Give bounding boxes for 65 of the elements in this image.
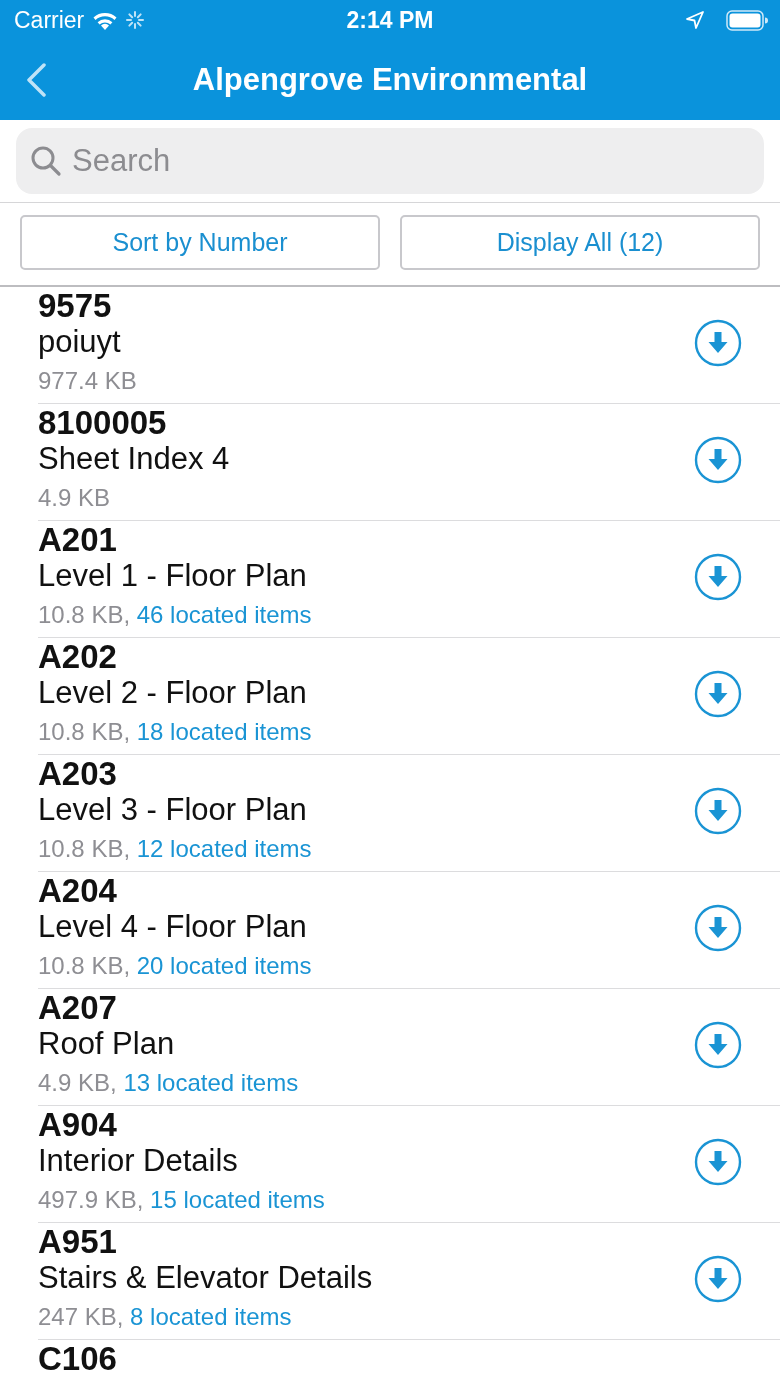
display-filter-button[interactable]: Display All (12) (400, 215, 760, 270)
file-info: 10.8 KB, 46 located items (38, 600, 313, 630)
located-items-link[interactable]: 8 located items (130, 1303, 292, 1330)
sheet-number: A951 (38, 1225, 118, 1259)
download-button[interactable] (694, 904, 742, 952)
sheet-number: A201 (38, 523, 118, 557)
sheet-title: poiuyt (38, 323, 122, 361)
sheet-number: C106 (38, 1342, 118, 1376)
file-info: 4.9 KB (38, 483, 112, 513)
sheet-title: Stairs & Elevator Details (38, 1259, 374, 1297)
spinner-icon (126, 11, 145, 29)
file-info: 10.8 KB, 18 located items (38, 717, 313, 747)
sheet-title: Level 4 - Floor Plan (38, 908, 308, 946)
download-button[interactable] (694, 1138, 742, 1186)
carrier-text: Carrier (14, 5, 85, 35)
located-items-link[interactable]: 13 located items (123, 1069, 299, 1096)
chevron-left-icon (25, 63, 47, 97)
download-icon (694, 436, 742, 484)
download-button[interactable] (694, 670, 742, 718)
download-icon (694, 787, 742, 835)
file-info: 10.8 KB, 20 located items (38, 951, 313, 981)
sheet-number: 9575 (38, 289, 113, 323)
sheet-title: Level 1 - Floor Plan (38, 557, 308, 595)
download-button[interactable] (694, 1021, 742, 1069)
sheet-title: Sheet Index 4 (38, 440, 231, 478)
sheet-title: Level 3 - Floor Plan (38, 791, 308, 829)
wifi-icon (92, 10, 119, 30)
sheet-title: Level 2 - Floor Plan (38, 674, 308, 712)
sheet-number: A207 (38, 991, 118, 1025)
search-icon (30, 145, 62, 177)
download-button[interactable] (694, 1255, 742, 1303)
located-items-link[interactable]: 46 located items (136, 601, 312, 628)
download-button[interactable] (694, 553, 742, 601)
located-items-link[interactable]: 18 located items (136, 718, 312, 745)
located-items-link[interactable]: 20 located items (136, 952, 312, 979)
sort-button[interactable]: Sort by Number (20, 215, 380, 270)
download-icon (694, 319, 742, 367)
file-info: 4.9 KB, 13 located items (38, 1068, 300, 1098)
clock-time: 2:14 PM (346, 5, 434, 35)
download-icon (694, 1021, 742, 1069)
download-icon (694, 670, 742, 718)
screen-title: Alpengrove Environmental (192, 60, 588, 99)
located-items-link[interactable]: 15 located items (150, 1186, 325, 1213)
sheet-number: A202 (38, 640, 118, 674)
sheet-number: A904 (38, 1108, 118, 1142)
search-field[interactable]: Search (16, 128, 764, 194)
sheet-title: Roof Plan (38, 1025, 176, 1063)
location-arrow-icon (686, 11, 704, 29)
file-info: 10.8 KB, 12 located items (38, 834, 313, 864)
located-items-link[interactable]: 12 located items (136, 835, 312, 862)
download-button[interactable] (694, 436, 742, 484)
file-info: 497.9 KB, 15 located items (38, 1185, 326, 1215)
download-icon (694, 904, 742, 952)
file-info: 977.4 KB (38, 366, 138, 396)
file-info: 247 KB, 8 located items (38, 1302, 293, 1332)
download-icon (694, 1255, 742, 1303)
download-icon (694, 553, 742, 601)
download-icon (694, 1138, 742, 1186)
sheet-number: 8100005 (38, 406, 168, 440)
sheet-number: A204 (38, 874, 118, 908)
download-button[interactable] (694, 319, 742, 367)
battery-icon (726, 9, 768, 31)
sheet-number: A203 (38, 757, 118, 791)
download-button[interactable] (694, 787, 742, 835)
sheet-title: Interior Details (38, 1142, 239, 1180)
